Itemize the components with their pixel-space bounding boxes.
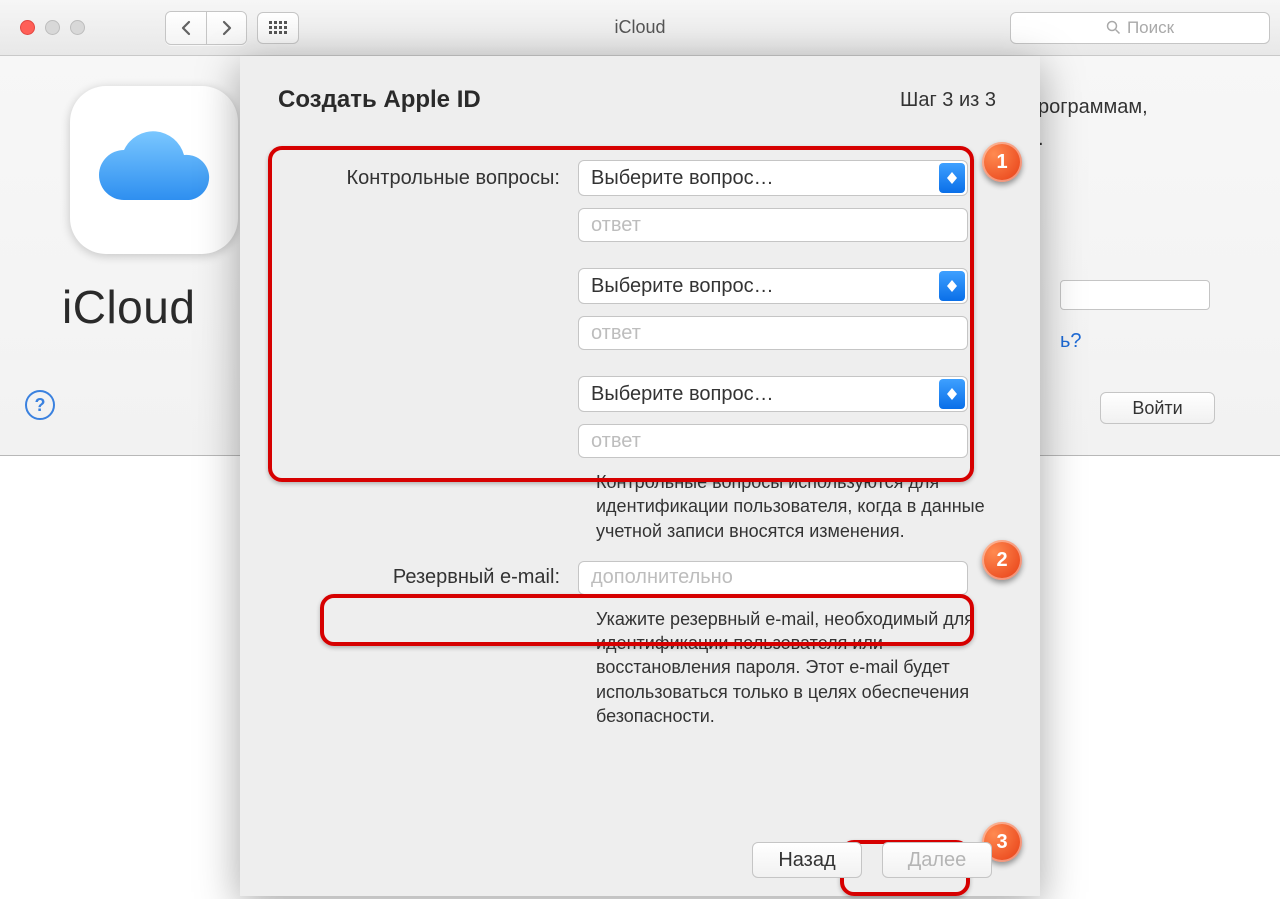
icloud-label: iCloud xyxy=(62,280,195,334)
chevron-left-icon xyxy=(180,20,192,36)
backup-email-label: Резервный e-mail: xyxy=(278,566,578,589)
search-placeholder: Поиск xyxy=(1127,18,1174,38)
select-value: Выберите вопрос… xyxy=(591,383,774,406)
bg-text-partial: рограммам, xyxy=(1038,96,1148,119)
question-select-3[interactable]: Выберите вопрос… xyxy=(578,376,968,412)
questions-label: Контрольные вопросы: xyxy=(278,167,578,190)
login-button[interactable]: Войти xyxy=(1100,392,1215,424)
next-button[interactable]: Далее xyxy=(882,842,992,878)
bg-password-input-partial[interactable] xyxy=(1060,280,1210,310)
cloud-icon xyxy=(94,130,214,210)
answer-input-3[interactable] xyxy=(578,424,968,458)
close-window-button[interactable] xyxy=(20,20,35,35)
search-icon xyxy=(1106,20,1121,35)
question-select-1[interactable]: Выберите вопрос… xyxy=(578,160,968,196)
sheet-header: Создать Apple ID Шаг 3 из 3 xyxy=(240,56,1040,122)
zoom-window-button[interactable] xyxy=(70,20,85,35)
updown-icon xyxy=(939,271,965,301)
forward-nav-button[interactable] xyxy=(206,12,246,44)
window-title: iCloud xyxy=(614,17,665,38)
questions-help-text: Контрольные вопросы используются для иде… xyxy=(596,470,996,543)
annotation-badge-1: 1 xyxy=(982,142,1022,182)
select-value: Выберите вопрос… xyxy=(591,167,774,190)
select-value: Выберите вопрос… xyxy=(591,275,774,298)
icloud-app-icon xyxy=(70,86,238,254)
nav-buttons xyxy=(165,11,247,45)
back-nav-button[interactable] xyxy=(166,12,206,44)
traffic-lights xyxy=(20,20,85,35)
sheet-title: Создать Apple ID xyxy=(278,86,481,114)
help-icon: ? xyxy=(35,395,46,416)
chevron-right-icon xyxy=(221,20,233,36)
question-select-2[interactable]: Выберите вопрос… xyxy=(578,268,968,304)
sheet-buttons: Назад Далее xyxy=(752,842,992,878)
sheet-step: Шаг 3 из 3 xyxy=(900,89,996,112)
grid-icon xyxy=(269,21,287,34)
sheet-form: 1 2 3 Контрольные вопросы: Выберите вопр… xyxy=(240,142,1040,728)
answer-input-2[interactable] xyxy=(578,316,968,350)
answer-input-1[interactable] xyxy=(578,208,968,242)
show-all-prefs-button[interactable] xyxy=(257,12,299,44)
backup-email-input[interactable] xyxy=(578,561,968,595)
search-input[interactable]: Поиск xyxy=(1010,12,1270,44)
backup-email-help-text: Укажите резервный e-mail, необходимый дл… xyxy=(596,607,996,728)
minimize-window-button[interactable] xyxy=(45,20,60,35)
updown-icon xyxy=(939,379,965,409)
help-button[interactable]: ? xyxy=(25,390,55,420)
bg-forgot-link-partial[interactable]: ь? xyxy=(1060,330,1082,353)
annotation-badge-2: 2 xyxy=(982,540,1022,580)
updown-icon xyxy=(939,163,965,193)
create-apple-id-sheet: Создать Apple ID Шаг 3 из 3 1 2 3 Контро… xyxy=(240,56,1040,896)
back-button[interactable]: Назад xyxy=(752,842,862,878)
window-titlebar: iCloud Поиск xyxy=(0,0,1280,56)
